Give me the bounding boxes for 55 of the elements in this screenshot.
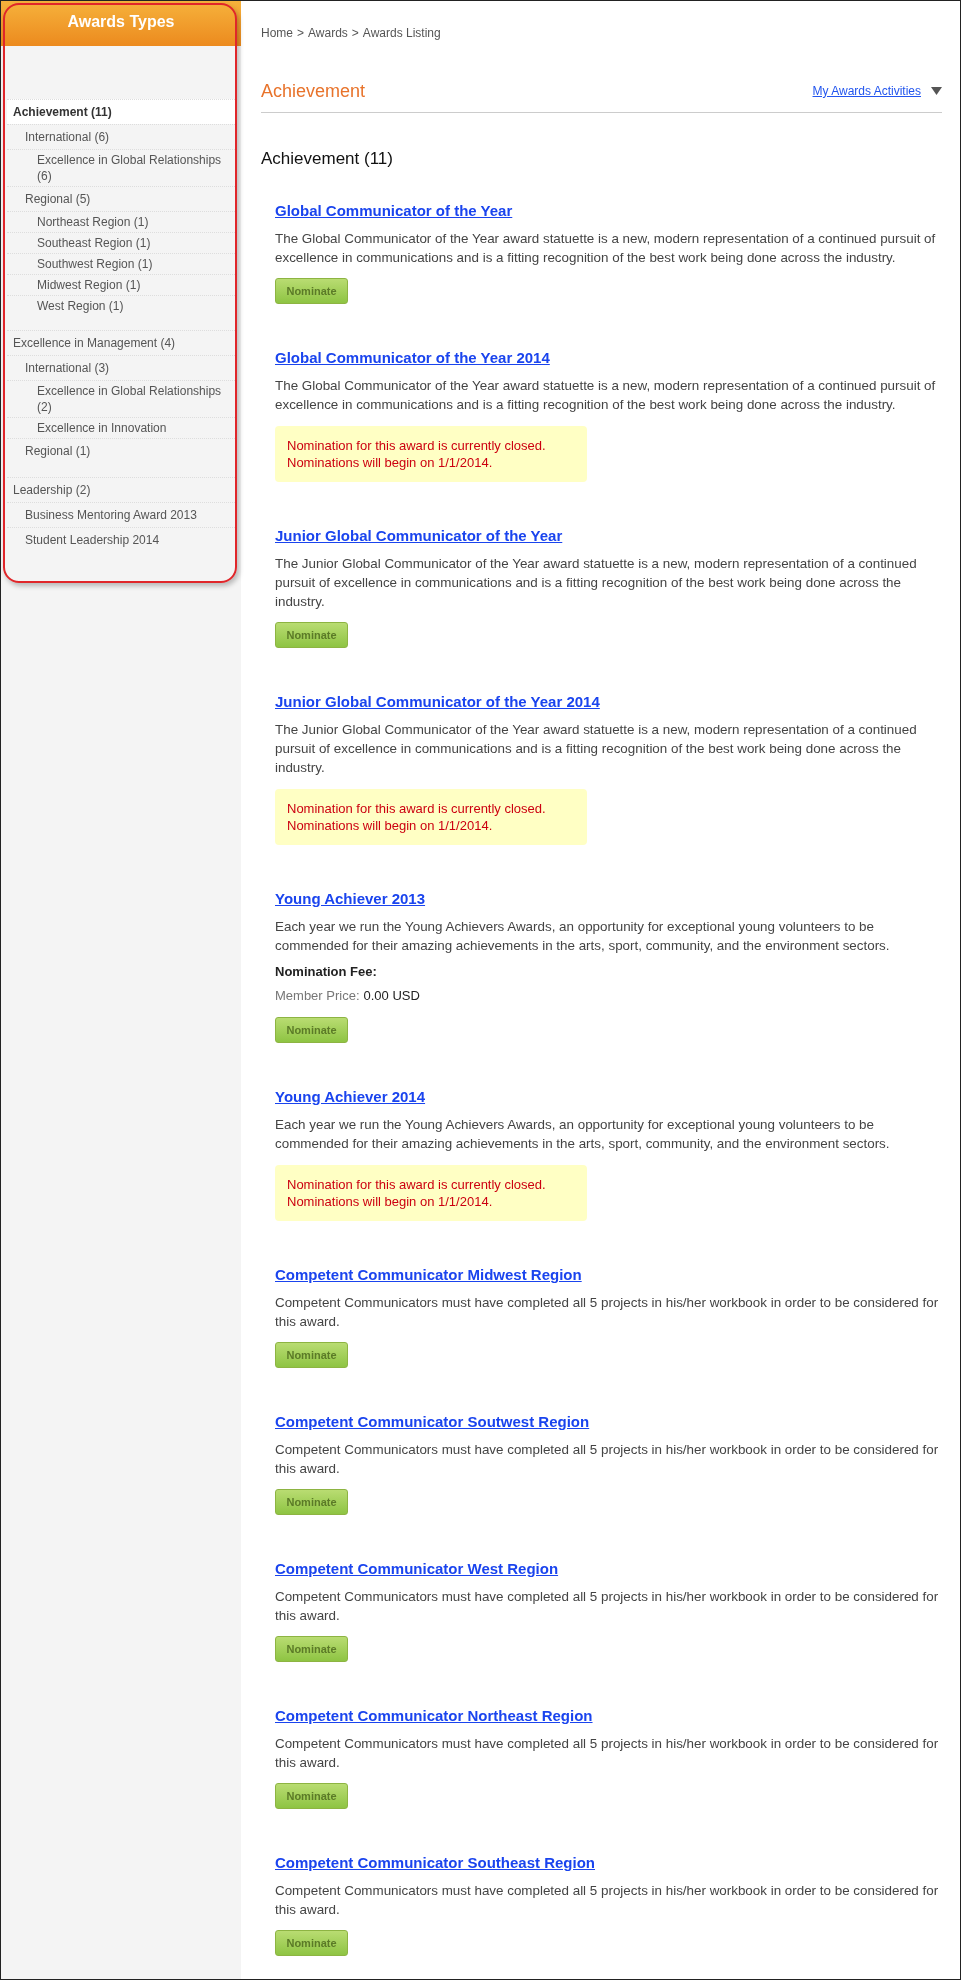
award-title-link[interactable]: Global Communicator of the Year 2014 [275,348,550,368]
award-description: The Global Communicator of the Year award statuette is a new, modern representation of a continued pursuit of excellence in communications and is a fitting recognition of the best work being done across the industry. [275,230,937,267]
price-value: 0.00 USD [363,988,420,1003]
breadcrumb-item[interactable]: Home [261,26,293,42]
closed-notice: Nomination for this award is currently closed. Nominations will begin on 1/1/2014. [275,1165,587,1221]
award-description: The Junior Global Communicator of the Year award statuette is a new, modern representation of a continued pursuit of excellence in communications and is a fitting recognition of the best work being done across the industry. [275,721,918,777]
dropdown-icon[interactable] [931,87,942,95]
award-title-link[interactable]: Young Achiever 2014 [275,1087,426,1107]
award-description: The Global Communicator of the Year award statuette is a new, modern representation of a continued pursuit of excellence in communications and is a fitting recognition of the best work being done across the industry. [275,377,937,414]
category-item[interactable]: Excellence in Global Relationships (2) [7,380,237,417]
award-title-link[interactable]: Junior Global Communicator of the Year 2014 [275,692,600,712]
category-item[interactable]: Student Leadership 2014 [7,527,237,552]
award-description: Each year we run the Young Achievers Awards, an opportunity for exceptional young volunteers to be commended for their amazing achievements in the arts, sport, community, and the environment sectors. [275,1116,891,1153]
award-title-link[interactable]: Competent Communicator Midwest Region [275,1265,582,1285]
category-item[interactable]: International (3) [7,355,237,380]
award-description: The Junior Global Communicator of the Year award statuette is a new, modern representation of a continued pursuit of excellence in communications and is a fitting recognition of the best work being done across the industry. [275,555,918,611]
activities-link[interactable]: My Awards Activities [812,84,921,98]
fee-heading: Nomination Fee: [275,964,378,979]
award-title-link[interactable]: Competent Communicator Southeast Region [275,1853,596,1873]
award-title-link[interactable]: Junior Global Communicator of the Year [275,526,563,546]
breadcrumb-separator: > [351,26,359,42]
breadcrumb-item: Awards Listing [362,26,441,42]
section-heading: Achievement (11) [261,149,394,169]
breadcrumb-separator: > [297,26,305,42]
category-item[interactable]: Southeast Region (1) [7,232,237,253]
page-title: Achievement [261,80,367,102]
category-item[interactable]: Midwest Region (1) [7,274,237,295]
award-title-link[interactable]: Competent Communicator West Region [275,1559,559,1579]
category-item[interactable]: Business Mentoring Award 2013 [7,502,237,527]
category-item[interactable]: West Region (1) [7,295,237,316]
category-item[interactable]: Achievement (11) [7,99,237,124]
category-item[interactable]: Excellence in Global Relationships (6) [7,149,237,186]
award-description: Competent Communicators must have completed all 5 projects in his/her workbook in order to be considered for this award. [275,1588,940,1625]
award-description: Competent Communicators must have completed all 5 projects in his/her workbook in order to be considered for this award. [275,1735,940,1772]
category-item[interactable]: International (6) [7,124,237,149]
price-label: Member Price: [275,988,360,1003]
category-item[interactable]: Excellence in Innovation [7,417,237,438]
category-item[interactable]: Southwest Region (1) [7,253,237,274]
category-item[interactable]: Regional (5) [7,186,237,211]
award-title-link[interactable]: Competent Communicator Northeast Region [275,1706,593,1726]
closed-notice: Nomination for this award is currently closed. Nominations will begin on 1/1/2014. [275,426,587,482]
award-title-link[interactable]: Competent Communicator Soutwest Region [275,1412,590,1432]
category-item[interactable]: Northeast Region (1) [7,211,237,232]
award-title-link[interactable]: Global Communicator of the Year [275,201,513,221]
category-item[interactable]: Leadership (2) [7,477,237,502]
award-title-link[interactable]: Young Achiever 2013 [275,889,426,909]
award-description: Competent Communicators must have completed all 5 projects in his/her workbook in order to be considered for this award. [275,1441,940,1478]
closed-notice: Nomination for this award is currently closed. Nominations will begin on 1/1/2014. [275,789,587,845]
sidebar-title: Awards Types [1,1,241,46]
breadcrumb-item[interactable]: Awards [308,26,348,42]
category-item[interactable]: Regional (1) [7,438,237,463]
award-description: Competent Communicators must have completed all 5 projects in his/her workbook in order to be considered for this award. [275,1294,940,1331]
category-item[interactable]: Excellence in Management (4) [7,330,237,355]
award-description: Each year we run the Young Achievers Awards, an opportunity for exceptional young volunteers to be commended for their amazing achievements in the arts, sport, community, and the environment sectors. [275,918,891,955]
award-description: Competent Communicators must have completed all 5 projects in his/her workbook in order to be considered for this award. [275,1882,940,1919]
